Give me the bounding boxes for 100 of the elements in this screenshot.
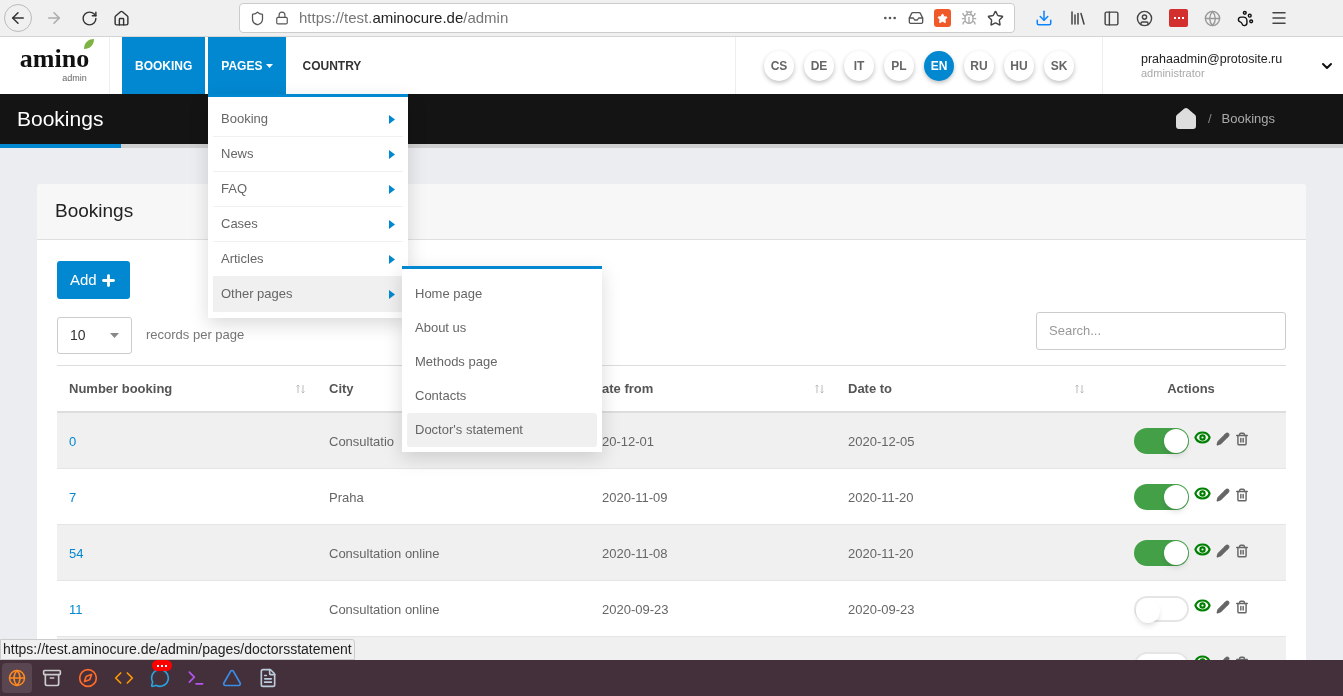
toggle-switch[interactable] <box>1134 539 1189 566</box>
dropdown-item[interactable]: Other pages <box>213 277 403 312</box>
language-button[interactable]: PL <box>884 50 914 81</box>
dropdown-item[interactable]: News <box>213 137 403 172</box>
language-button[interactable]: IT <box>844 50 874 81</box>
submenu-item[interactable]: Contacts <box>407 379 597 413</box>
table-cell: Consultatio <box>329 433 395 449</box>
sidebar-icon[interactable] <box>1103 9 1120 27</box>
dropdown-item[interactable]: FAQ <box>213 172 403 207</box>
bookmark-star-icon[interactable] <box>987 9 1004 27</box>
booking-number-link[interactable]: 54 <box>69 545 84 561</box>
column-header[interactable]: Date to <box>848 378 893 399</box>
language-button[interactable]: EN <box>924 50 954 81</box>
submenu-item[interactable]: Methods page <box>407 345 597 379</box>
caret-right-icon <box>389 149 395 159</box>
toggle-switch[interactable] <box>1134 595 1189 622</box>
dropdown-item[interactable]: Booking <box>213 102 403 137</box>
booking-number-link[interactable]: 11 <box>69 601 83 617</box>
table-cell: 2020-11-09 <box>602 489 668 505</box>
card-title: Bookings <box>55 199 134 224</box>
eye-icon[interactable] <box>1194 429 1211 446</box>
delete-icon[interactable] <box>1235 431 1249 446</box>
toggle-switch[interactable] <box>1134 427 1189 454</box>
triangle-icon[interactable] <box>222 668 242 688</box>
archive-icon[interactable] <box>42 668 62 688</box>
shield-icon <box>250 10 265 26</box>
nav-menu-item[interactable]: COUNTRY <box>289 37 375 94</box>
table-cell: Consultation online <box>329 601 440 617</box>
page-size-select[interactable]: 10 <box>57 316 132 354</box>
caret-right-icon <box>389 184 395 194</box>
language-button[interactable]: RU <box>964 50 994 81</box>
submenu-item[interactable]: Doctor's statement <box>407 413 597 447</box>
table-cell: Praha <box>329 489 364 505</box>
account-icon[interactable] <box>1136 9 1153 27</box>
table-cell: 2020-09-23 <box>602 601 669 617</box>
document-icon[interactable] <box>258 668 278 688</box>
breadcrumb-item: Bookings <box>1221 110 1275 129</box>
table-cell: Consultation online <box>329 545 440 561</box>
search-field[interactable]: Search... <box>1036 311 1286 350</box>
dropdown-item[interactable]: Cases <box>213 207 403 242</box>
nav-menu-item[interactable]: PAGES <box>208 37 287 94</box>
language-button[interactable]: CS <box>764 50 794 81</box>
pocket-icon[interactable] <box>908 10 924 26</box>
home-icon[interactable] <box>113 9 130 27</box>
table-cell: 2020-11-20 <box>848 489 914 505</box>
delete-icon[interactable] <box>1235 487 1249 502</box>
star-badge-icon[interactable] <box>934 9 951 27</box>
library-icon[interactable] <box>1069 9 1087 27</box>
caret-icon <box>266 63 274 68</box>
edit-icon[interactable] <box>1216 431 1230 446</box>
toggle-switch[interactable] <box>1134 483 1189 510</box>
table-cell: 2020-12-05 <box>848 433 915 449</box>
lock-icon <box>275 11 289 25</box>
submenu-item[interactable]: Home page <box>407 277 597 311</box>
column-header[interactable]: Actions <box>1167 378 1215 399</box>
eye-icon[interactable] <box>1194 541 1211 558</box>
terminal-icon[interactable] <box>186 668 206 688</box>
submenu-item[interactable]: About us <box>407 311 597 345</box>
table-cell: 2020-09-23 <box>848 601 915 617</box>
status-url: https://test.aminocure.de/admin/pages/doctorsstatement <box>0 639 355 660</box>
caret-right-icon <box>389 289 395 299</box>
menu-icon[interactable] <box>1270 9 1288 27</box>
browser-icon[interactable] <box>8 669 26 687</box>
address-bar[interactable]: https://test.aminocure.de/admin <box>239 3 1015 33</box>
page-size-label: records per page <box>146 326 245 345</box>
language-button[interactable]: HU <box>1004 50 1034 81</box>
edit-icon[interactable] <box>1216 599 1230 614</box>
table-cell: 2020-11-08 <box>602 545 668 561</box>
chat-icon[interactable] <box>150 660 170 688</box>
caret-icon <box>110 332 119 338</box>
nav-menu-item[interactable]: BOOKING <box>122 37 206 94</box>
delete-icon[interactable] <box>1235 543 1249 558</box>
logo-subtitle: admin <box>62 74 87 83</box>
reload-icon[interactable] <box>81 9 98 27</box>
booking-number-link[interactable]: 0 <box>69 433 77 449</box>
url-text: https://test.aminocure.de/admin <box>299 7 509 28</box>
eye-icon[interactable] <box>1194 485 1211 502</box>
caret-right-icon <box>389 254 395 264</box>
paw-icon[interactable] <box>1237 9 1254 27</box>
column-header[interactable]: City <box>329 378 354 399</box>
user-role: administrator <box>1141 66 1206 80</box>
language-button[interactable]: SK <box>1044 50 1074 81</box>
caret-right-icon <box>389 219 395 229</box>
logo[interactable]: amino <box>19 44 90 73</box>
download-icon[interactable] <box>1035 9 1053 27</box>
compass-icon[interactable] <box>78 668 98 688</box>
eye-icon[interactable] <box>1194 597 1211 614</box>
edit-icon[interactable] <box>1216 543 1230 558</box>
table-cell: 20-12-01 <box>602 433 655 449</box>
booking-number-link[interactable]: 7 <box>69 489 77 505</box>
edit-icon[interactable] <box>1216 487 1230 502</box>
user-email: prahaadmin@protosite.ru <box>1141 51 1283 67</box>
password-icon[interactable] <box>1169 9 1188 27</box>
column-header[interactable]: ate from <box>602 378 654 399</box>
table-cell: 2020-11-20 <box>848 545 914 561</box>
add-button[interactable]: Add <box>57 261 130 299</box>
column-header[interactable]: Number booking <box>69 378 173 399</box>
delete-icon[interactable] <box>1235 599 1249 614</box>
home-icon[interactable] <box>1173 107 1198 131</box>
language-button[interactable]: DE <box>804 50 834 81</box>
